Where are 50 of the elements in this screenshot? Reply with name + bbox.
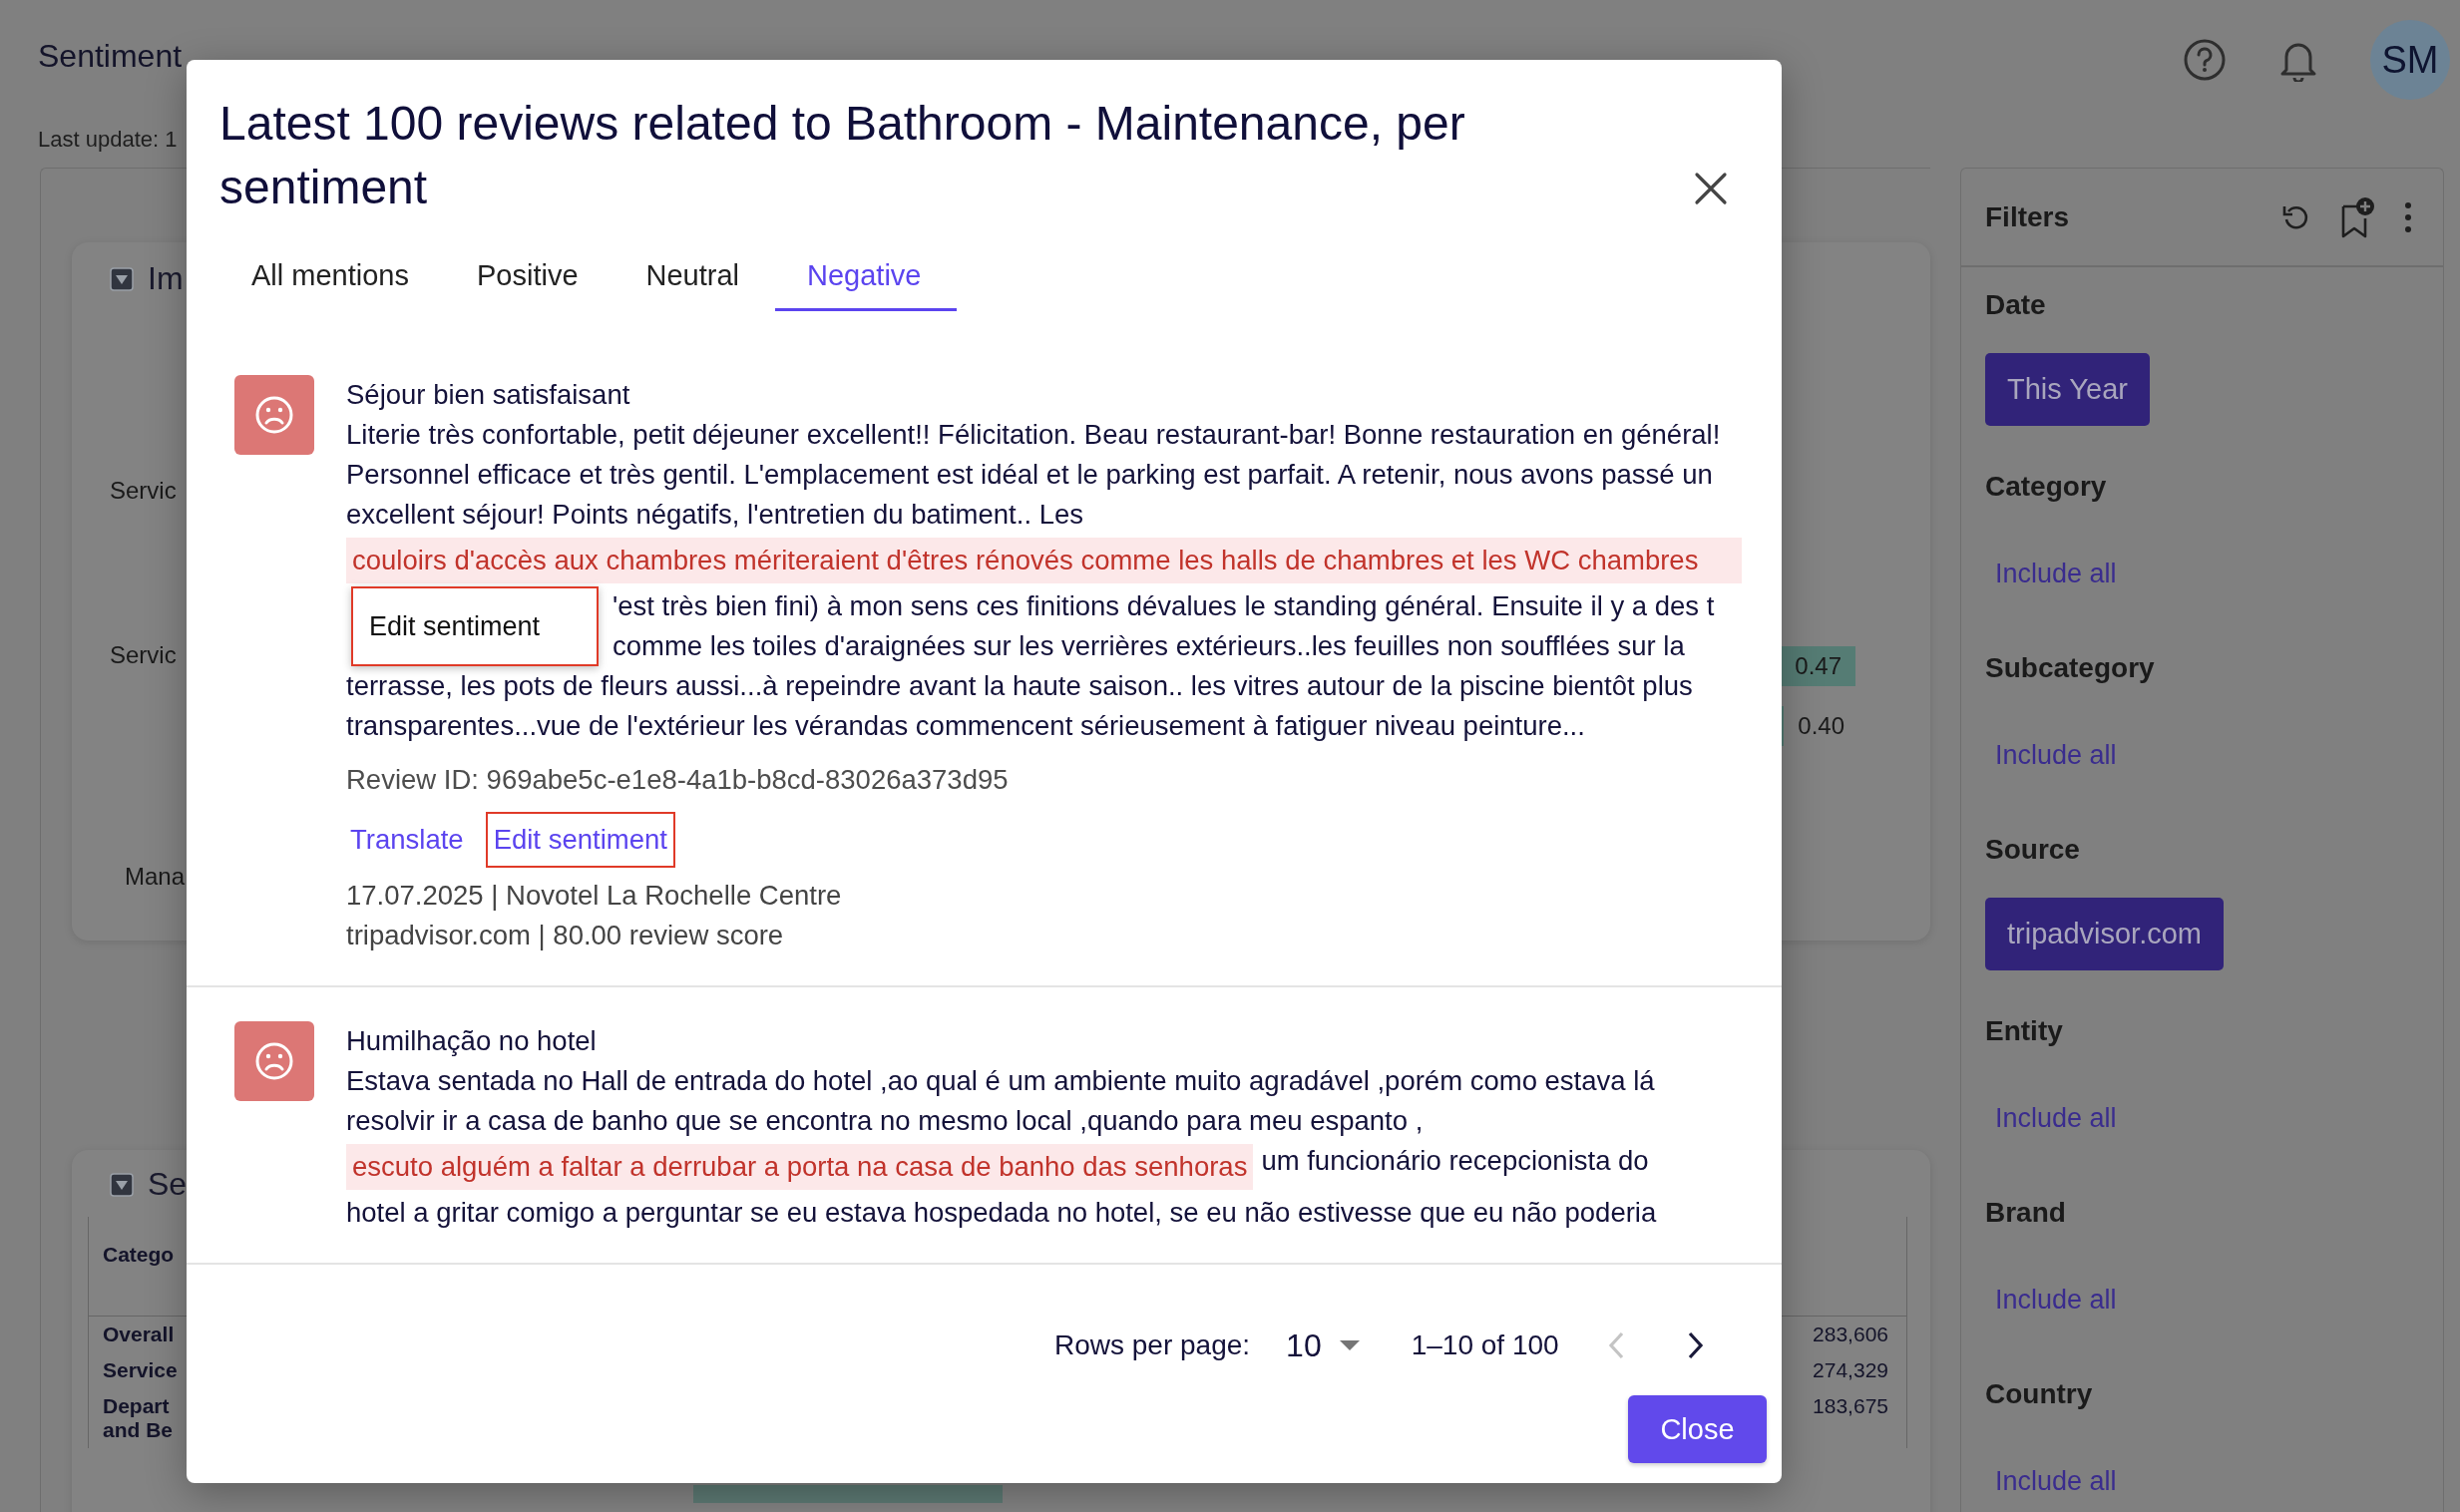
last-update-text: Last update: 1	[38, 127, 179, 153]
filter-label: Entity	[1985, 1015, 2064, 1047]
dialog-title: Latest 100 reviews related to Bathroom - Maintenance, per sentiment	[219, 96, 1466, 215]
tab[interactable]: Neutral	[614, 245, 775, 311]
close-button[interactable]: Close	[1628, 1395, 1767, 1463]
review-meta: 17.07.2025 | Novotel La Rochelle Centre	[346, 879, 843, 913]
tab[interactable]: Positive	[444, 245, 615, 311]
highlighted-phrase: couloirs d'accès aux chambres mériteraient d'êtres rénovés comme les halls de chambres et les WC chambres	[346, 538, 1742, 583]
review-meta: tripadvisor.com | 80.00 review score	[346, 919, 785, 952]
rows-per-page-select[interactable]: 10	[1286, 1326, 1360, 1364]
card-title: Im	[148, 260, 184, 297]
review-text: 'est très bien fini) à mon sens ces finitions dévalues le standing général. Ensuite il y a des t comme les toiles d'araignées sur les verrières extérieurs..les feuilles non soufflées sur la	[613, 589, 1716, 663]
filter-label: Country	[1985, 1378, 2094, 1410]
review-title: Séjour bien satisfaisant	[346, 378, 631, 412]
filter-label: Date	[1985, 289, 2047, 321]
table-cell-text: 283,606	[1813, 1322, 1888, 1347]
table-cell-text: 183,675	[1813, 1393, 1888, 1419]
table-cell-text: Service	[103, 1357, 179, 1383]
review-title: Humilhação no hotel	[346, 1024, 598, 1058]
tab[interactable]: Negative	[775, 245, 958, 311]
edit-sentiment-menu-item[interactable]: Edit sentiment	[351, 586, 599, 666]
card-title: Se	[148, 1166, 188, 1203]
highlighted-phrase: escuto alguém a faltar a derrubar a porta na casa de banho das senhoras	[346, 1144, 1254, 1190]
review-text: um funcionário recepcionista do	[1261, 1144, 1650, 1178]
filter-label: Brand	[1985, 1197, 2067, 1229]
row-label: Mana	[124, 863, 186, 891]
user-avatar[interactable]: SM	[2370, 20, 2450, 100]
column-header: Catego	[103, 1242, 176, 1268]
row-label: Servic	[110, 641, 178, 669]
table-cell-text: Depart and Be	[103, 1393, 174, 1443]
review-id: Review ID: 969abe5c-e1e8-4a1b-b8cd-83026a373d95	[346, 763, 1010, 797]
filter-chip[interactable]: tripadvisor.com	[1985, 898, 2224, 970]
filter-label: Category	[1985, 471, 2108, 503]
table-cell-text: 274,329	[1813, 1357, 1888, 1383]
filters-title: Filters	[1985, 200, 2070, 233]
filter-label: Source	[1985, 834, 2081, 866]
action-link[interactable]: Edit sentiment	[485, 812, 675, 868]
row-label: Servic	[110, 477, 178, 505]
filter-label: Subcategory	[1985, 652, 2156, 684]
tab[interactable]: All mentions	[219, 245, 445, 311]
rows-per-page-label: Rows per page:	[1054, 1329, 1251, 1361]
review-text: terrasse, les pots de fleurs aussi...à repeindre avant la haute saison.. les vitres autour de la piscine bientôt plus transparentes...vue de l'extérieur les vérandas commencent sérieusement à fatiguer niveau peinture...	[346, 669, 1694, 743]
action-link[interactable]: Translate	[342, 812, 472, 868]
review-text: Literie très confortable, petit déjeuner excellent!! Félicitation. Beau restaurant-bar! Bonne restauration en général! Personnel efficace et très gentil. L'emplacement est idéal et le parking est parfait. A retenir, nous avons passé un excellent séjour! Points négatifs, l'entretien du batiment.. Les	[346, 418, 1722, 532]
table-cell-text: Overall	[103, 1322, 176, 1347]
page-title: Sentiment	[38, 38, 183, 75]
review-text: hotel a gritar comigo a perguntar se eu estava hospedada no hotel, se eu não estivesse que eu não poderia	[346, 1196, 1658, 1230]
value-bar: 0.47	[1781, 646, 1855, 686]
page-range: 1–10 of 100	[1411, 1329, 1559, 1361]
filter-chip[interactable]: This Year	[1985, 353, 2150, 426]
